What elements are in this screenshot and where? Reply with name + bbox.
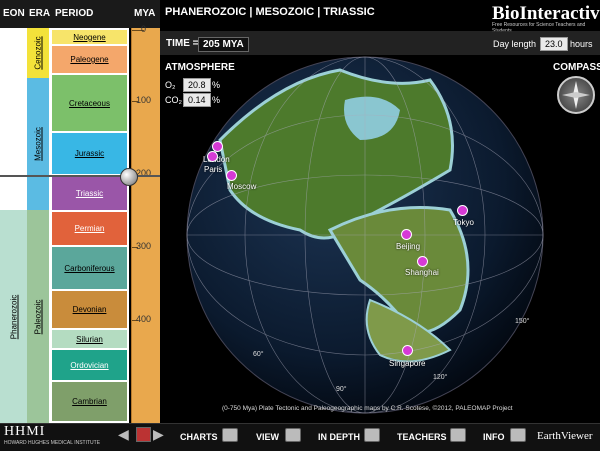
eon-header: EON [3,8,25,19]
period-column: Neogene Paleogene Cretaceous Jurassic Tr… [49,28,129,423]
compass-rose-icon [562,81,590,109]
charts-icon[interactable] [222,428,238,442]
era-label: Mesozoic [33,127,43,161]
period-paleogene[interactable]: Paleogene [52,46,127,75]
era-label: Cenozoic [33,36,43,70]
longitude-label: 90° [336,386,347,393]
teachers-icon[interactable] [450,428,466,442]
tick-label: 400 [136,314,152,324]
era-paleozoic[interactable]: Paleozoic [27,210,49,424]
day-length-label: Day length [493,39,537,49]
play-back-icon[interactable]: ◀ [118,426,129,443]
timeline-header: EON ERA PERIOD MYA [0,0,160,28]
period-cambrian[interactable]: Cambrian [52,382,127,423]
time-value[interactable]: 205 MYA [198,37,249,52]
nav-charts[interactable]: CHARTS [180,432,218,442]
info-icon[interactable] [510,428,526,442]
time-label: TIME = [166,38,199,49]
city-paris[interactable]: Paris [204,165,222,174]
city-singapore[interactable]: Singapore [389,359,425,368]
co2-label: CO₂ [165,95,182,105]
longitude-label: 120° [433,374,448,381]
in-depth-icon[interactable] [364,428,380,442]
era-header: ERA [29,8,51,19]
app-name: EarthViewer [537,430,593,442]
period-title: PHANEROZOIC | MESOZOIC | TRIASSIC [165,6,375,18]
nav-view[interactable]: VIEW [256,432,279,442]
o2-label: O₂ [165,80,176,90]
compass-icon[interactable] [557,76,595,114]
day-length-unit: hours [570,39,593,49]
city-pin-icon[interactable] [226,170,237,181]
eon-label: Phanerozoic [9,294,18,339]
co2-percent: % [212,95,221,105]
compass-label: COMPASS [553,62,600,73]
play-forward-icon[interactable]: ▶ [153,426,164,443]
longitude-label: 150° [515,318,530,325]
o2-value: 20.8 [183,78,211,92]
o2-percent: % [212,80,221,90]
mya-ruler[interactable]: 0 100 200 300 400 [131,24,160,423]
period-carboniferous[interactable]: Carboniferous [52,247,127,291]
era-label: Paleozoic [33,299,43,334]
time-slider-handle[interactable] [120,168,138,186]
period-permian[interactable]: Permian [52,212,127,247]
city-shanghai[interactable]: Shanghai [405,268,439,277]
view-icon[interactable] [285,428,301,442]
period-neogene[interactable]: Neogene [52,30,127,46]
city-beijing[interactable]: Beijing [396,242,420,251]
city-pin-icon[interactable] [417,256,428,267]
period-cretaceous[interactable]: Cretaceous [52,75,127,133]
period-header: PERIOD [55,8,94,19]
tick-label: 0 [141,24,147,34]
pause-button-icon[interactable] [136,427,151,442]
eon-phanerozoic[interactable]: Phanerozoic [0,210,27,423]
city-pin-icon[interactable] [457,205,468,216]
city-moscow[interactable]: Moscow [227,182,256,191]
era-cenozoic[interactable]: Cenozoic [27,28,49,79]
era-column: Cenozoic Mesozoic Paleozoic [27,28,50,424]
period-triassic[interactable]: Triassic [52,176,127,212]
period-silurian[interactable]: Silurian [52,330,127,350]
longitude-label: 60° [253,351,264,358]
city-pin-icon[interactable] [401,229,412,240]
atmosphere-heading: ATMOSPHERE [165,62,235,73]
nav-in-depth[interactable]: IN DEPTH [318,432,360,442]
eon-column: Phanerozoic [0,28,28,423]
nav-info[interactable]: INFO [483,432,505,442]
period-jurassic[interactable]: Jurassic [52,133,127,176]
city-tokyo[interactable]: Tokyo [453,218,474,227]
hhmi-subtitle: HOWARD HUGHES MEDICAL INSTITUTE [4,440,101,446]
city-pin-icon[interactable] [402,345,413,356]
map-credit: (0-750 Mya) Plate Tectonic and Paleogeog… [222,405,513,412]
period-devonian[interactable]: Devonian [52,291,127,330]
era-mesozoic[interactable]: Mesozoic [27,78,49,211]
day-length-value: 23.0 [540,37,568,51]
period-ordovician[interactable]: Ordovician [52,350,127,382]
co2-value: 0.14 [183,93,211,107]
nav-teachers[interactable]: TEACHERS [397,432,447,442]
city-pin-icon[interactable] [207,151,218,162]
hhmi-logo: HHMI [4,424,46,439]
tick-label: 300 [136,241,152,251]
tick-label: 100 [136,95,152,105]
